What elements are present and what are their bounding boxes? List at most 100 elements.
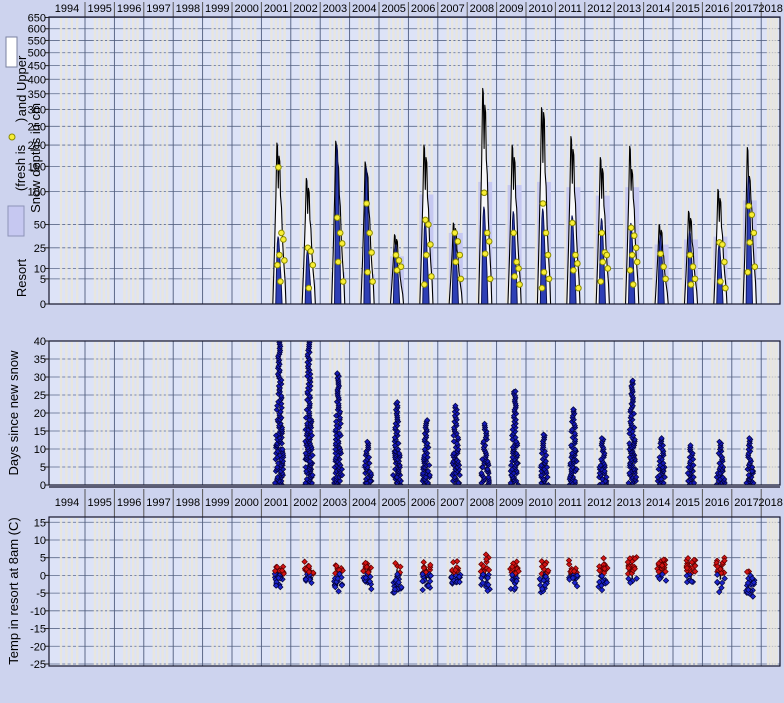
tick-label-temp: 15 (34, 517, 46, 529)
month-stripe (430, 342, 432, 484)
month-stripe (254, 18, 256, 303)
month-stripe (691, 518, 693, 665)
tick-label-days: 10 (34, 444, 46, 456)
month-stripe (182, 342, 184, 484)
resort-depth-legend-swatch (8, 206, 24, 236)
year-label: 2003 (323, 497, 347, 509)
days-since-snow-marker (277, 336, 282, 341)
year-label: 2016 (705, 3, 729, 15)
month-stripe (363, 518, 365, 665)
month-stripe (623, 518, 625, 665)
fresh-snow-marker (629, 252, 635, 258)
month-stripe (304, 518, 306, 665)
tick-label-days: 25 (34, 390, 46, 402)
month-stripe (607, 518, 609, 665)
month-stripe (216, 18, 218, 303)
month-stripe (627, 518, 629, 665)
month-stripe (103, 18, 105, 303)
month-stripe (191, 18, 193, 303)
fresh-snow-marker (630, 282, 636, 288)
month-stripe (741, 342, 743, 484)
month-stripe (245, 518, 247, 665)
month-stripe (98, 18, 100, 303)
month-stripe (128, 18, 130, 303)
fresh-snow-marker (455, 239, 461, 245)
month-stripe (388, 18, 390, 303)
tick-label-temp: -15 (30, 624, 46, 636)
fresh-snow-marker (458, 276, 464, 282)
month-stripe (666, 342, 668, 484)
month-stripe (65, 18, 67, 303)
month-stripe (132, 18, 134, 303)
month-stripe (333, 518, 335, 665)
year-label: 2017 (734, 497, 758, 509)
month-stripe (594, 18, 596, 303)
month-stripe (741, 518, 743, 665)
fresh-snow-marker (514, 259, 520, 265)
month-stripe (623, 18, 625, 303)
year-label: 2007 (440, 497, 464, 509)
fresh-snow-marker (627, 267, 633, 273)
month-stripe (182, 518, 184, 665)
month-stripe (94, 518, 96, 665)
year-label: 2014 (646, 497, 670, 509)
year-label: 1996 (117, 497, 141, 509)
month-stripe (451, 518, 453, 665)
month-stripe (329, 18, 331, 303)
month-stripe (166, 18, 168, 303)
year-label: 2003 (323, 3, 347, 15)
fresh-snow-marker (604, 252, 610, 258)
month-stripe (417, 18, 419, 303)
fresh-snow-marker (690, 264, 696, 270)
month-stripe (401, 342, 403, 484)
tick-label-temp: 10 (34, 535, 46, 547)
year-label: 1995 (87, 497, 111, 509)
month-stripe (548, 518, 550, 665)
tick-label-snow: 50 (34, 220, 46, 232)
year-label: 1996 (117, 3, 141, 15)
month-stripe (372, 342, 374, 484)
fresh-snow-marker (481, 190, 487, 196)
month-stripe (772, 518, 774, 665)
month-stripe (65, 518, 67, 665)
fresh-snow-marker (516, 266, 522, 272)
fresh-snow-marker (486, 239, 492, 245)
month-stripe (186, 18, 188, 303)
year-label: 2011 (558, 3, 582, 15)
fresh-snow-marker (364, 201, 370, 207)
year-label: 1994 (55, 3, 79, 15)
month-stripe (460, 518, 462, 665)
month-stripe (535, 18, 537, 303)
month-stripe (166, 518, 168, 665)
month-stripe (270, 518, 272, 665)
tick-label-temp: -20 (30, 641, 46, 653)
fresh-snow-marker (718, 279, 724, 285)
year-label: 1998 (176, 3, 200, 15)
month-stripe (598, 342, 600, 484)
month-stripe (682, 342, 684, 484)
year-label: 2010 (528, 497, 552, 509)
fresh-snow-marker (394, 267, 400, 273)
month-stripe (107, 518, 109, 665)
month-stripe (166, 342, 168, 484)
month-stripe (767, 18, 769, 303)
fresh-snow-marker (452, 230, 458, 236)
month-stripe (60, 518, 62, 665)
fresh-snow-marker (658, 251, 664, 257)
month-stripe (724, 342, 726, 484)
tick-label-snow: 600 (28, 24, 46, 36)
month-stripe (211, 18, 213, 303)
tick-label-days: 20 (34, 408, 46, 420)
month-stripe (157, 518, 159, 665)
tick-label-snow: 450 (28, 61, 46, 73)
month-stripe (661, 518, 663, 665)
tick-label-temp: 5 (40, 553, 46, 565)
fresh-snow-marker (634, 259, 640, 265)
month-stripe (342, 518, 344, 665)
fresh-snow-marker (661, 264, 667, 270)
month-stripe (136, 342, 138, 484)
month-stripe (225, 518, 227, 665)
year-label: 1995 (87, 3, 111, 15)
year-label: 2004 (352, 3, 376, 15)
month-stripe (220, 18, 222, 303)
